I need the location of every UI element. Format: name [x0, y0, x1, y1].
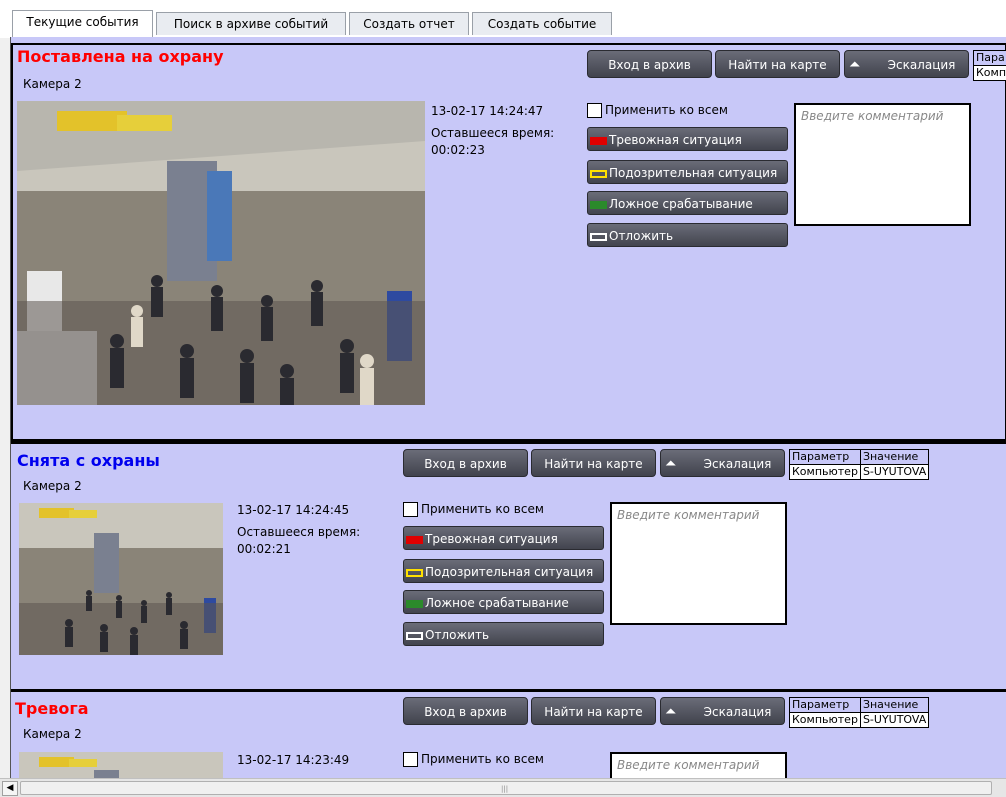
postpone-button[interactable]: Отложить — [587, 223, 788, 247]
event-card: Тревога Камера 2 13-02-17 14:23:49 Вход … — [11, 692, 1006, 778]
escalation-label: Эскалация — [674, 705, 772, 719]
chevron-up-icon: ⏶ — [665, 698, 676, 726]
apply-all-label: Применить ко всем — [605, 103, 728, 117]
event-title: Тревога — [15, 699, 89, 718]
comment-input[interactable]: Введите комментарий — [610, 502, 787, 625]
event-card: Снята с охраны Камера 2 — [11, 444, 1006, 687]
archive-button[interactable]: Вход в архив — [587, 50, 712, 78]
camera-label: Камера 2 — [23, 479, 82, 493]
yellow-swatch-icon — [590, 170, 607, 178]
horizontal-scrollbar[interactable]: ◀ ||| — [0, 778, 1006, 797]
yellow-swatch-icon — [406, 569, 423, 577]
event-title: Поставлена на охрану — [17, 47, 224, 66]
tab-bar: Текущие события Поиск в архиве событий С… — [0, 0, 1006, 38]
find-on-map-button[interactable]: Найти на карте — [531, 449, 656, 477]
comment-input[interactable]: Введите комментарий — [610, 752, 787, 778]
tab-create-report[interactable]: Создать отчет — [349, 12, 469, 35]
camera-label: Камера 2 — [23, 77, 82, 91]
camera-snapshot[interactable] — [19, 752, 223, 778]
action-label: Ложное срабатывание — [609, 197, 753, 211]
params-table: ПараметрЗначение КомпьютерS-UYUTOVA — [789, 449, 929, 480]
white-swatch-icon — [590, 233, 607, 241]
apply-all-checkbox[interactable]: Применить ко всем — [403, 752, 544, 767]
remaining-time-value: 00:02:23 — [431, 142, 485, 158]
escalation-label: Эскалация — [858, 58, 956, 72]
chevron-up-icon: ⏶ — [665, 450, 676, 478]
params-table: Пара Комп — [973, 50, 1006, 81]
params-header-name: Параметр — [790, 450, 861, 465]
find-on-map-button[interactable]: Найти на карте — [715, 50, 840, 78]
params-row-name: Компьютер — [790, 713, 861, 728]
false-alarm-button[interactable]: Ложное срабатывание — [403, 590, 604, 614]
red-swatch-icon — [590, 137, 607, 145]
false-alarm-button[interactable]: Ложное срабатывание — [587, 191, 788, 215]
tab-create-event[interactable]: Создать событие — [472, 12, 612, 35]
apply-all-label: Применить ко всем — [421, 752, 544, 766]
remaining-time-value: 00:02:21 — [237, 541, 291, 557]
checkbox[interactable] — [587, 103, 602, 118]
escalation-button[interactable]: ⏶ Эскалация — [660, 697, 785, 725]
postpone-button[interactable]: Отложить — [403, 622, 604, 646]
green-swatch-icon — [406, 600, 423, 608]
apply-all-label: Применить ко всем — [421, 502, 544, 516]
action-label: Ложное срабатывание — [425, 596, 569, 610]
event-timestamp: 13-02-17 14:23:49 — [237, 752, 349, 768]
apply-all-checkbox[interactable]: Применить ко всем — [587, 103, 728, 118]
remaining-time-label: Оставшееся время: — [431, 125, 554, 141]
tab-current-events[interactable]: Текущие события — [12, 10, 153, 37]
green-swatch-icon — [590, 201, 607, 209]
action-label: Тревожная ситуация — [425, 532, 558, 546]
apply-all-checkbox[interactable]: Применить ко всем — [403, 502, 544, 517]
suspicious-situation-button[interactable]: Подозрительная ситуация — [403, 559, 604, 583]
archive-button[interactable]: Вход в архив — [403, 449, 528, 477]
action-label: Тревожная ситуация — [609, 133, 742, 147]
event-card: Поставлена на охрану Камера 2 — [11, 43, 1006, 441]
action-label: Отложить — [425, 628, 489, 642]
event-timestamp: 13-02-17 14:24:47 — [431, 103, 543, 119]
alarm-situation-button[interactable]: Тревожная ситуация — [403, 526, 604, 550]
checkbox[interactable] — [403, 752, 418, 767]
params-row-value: S-UYUTOVA — [860, 713, 928, 728]
checkbox[interactable] — [403, 502, 418, 517]
params-header-name: Параметр — [790, 698, 861, 713]
grip-icon: ||| — [501, 785, 508, 793]
params-header-name: Пара — [974, 51, 1006, 66]
arrow-left-icon[interactable]: ◀ — [2, 781, 18, 796]
events-list: Поставлена на охрану Камера 2 — [10, 37, 1006, 778]
comment-input[interactable]: Введите комментарий — [794, 103, 971, 226]
camera-snapshot[interactable] — [17, 101, 425, 405]
camera-label: Камера 2 — [23, 727, 82, 741]
params-row-value: S-UYUTOVA — [860, 465, 928, 480]
escalation-button[interactable]: ⏶ Эскалация — [844, 50, 969, 78]
alarm-situation-button[interactable]: Тревожная ситуация — [587, 127, 788, 151]
event-title: Снята с охраны — [17, 451, 160, 470]
event-timestamp: 13-02-17 14:24:45 — [237, 502, 349, 518]
action-label: Подозрительная ситуация — [425, 565, 593, 579]
red-swatch-icon — [406, 536, 423, 544]
params-row-name: Компьютер — [790, 465, 861, 480]
camera-snapshot[interactable] — [19, 503, 223, 655]
white-swatch-icon — [406, 632, 423, 640]
escalation-button[interactable]: ⏶ Эскалация — [660, 449, 785, 477]
action-label: Подозрительная ситуация — [609, 166, 777, 180]
suspicious-situation-button[interactable]: Подозрительная ситуация — [587, 160, 788, 184]
chevron-up-icon: ⏶ — [849, 51, 860, 79]
remaining-time-label: Оставшееся время: — [237, 524, 360, 540]
archive-button[interactable]: Вход в архив — [403, 697, 528, 725]
params-table: ПараметрЗначение КомпьютерS-UYUTOVA — [789, 697, 929, 728]
params-header-value: Значение — [860, 450, 928, 465]
find-on-map-button[interactable]: Найти на карте — [531, 697, 656, 725]
escalation-label: Эскалация — [674, 457, 772, 471]
params-row-name: Комп — [974, 66, 1006, 81]
params-header-value: Значение — [860, 698, 928, 713]
tab-archive-search[interactable]: Поиск в архиве событий — [156, 12, 346, 35]
scrollbar-thumb[interactable]: ||| — [20, 781, 992, 795]
action-label: Отложить — [609, 229, 673, 243]
